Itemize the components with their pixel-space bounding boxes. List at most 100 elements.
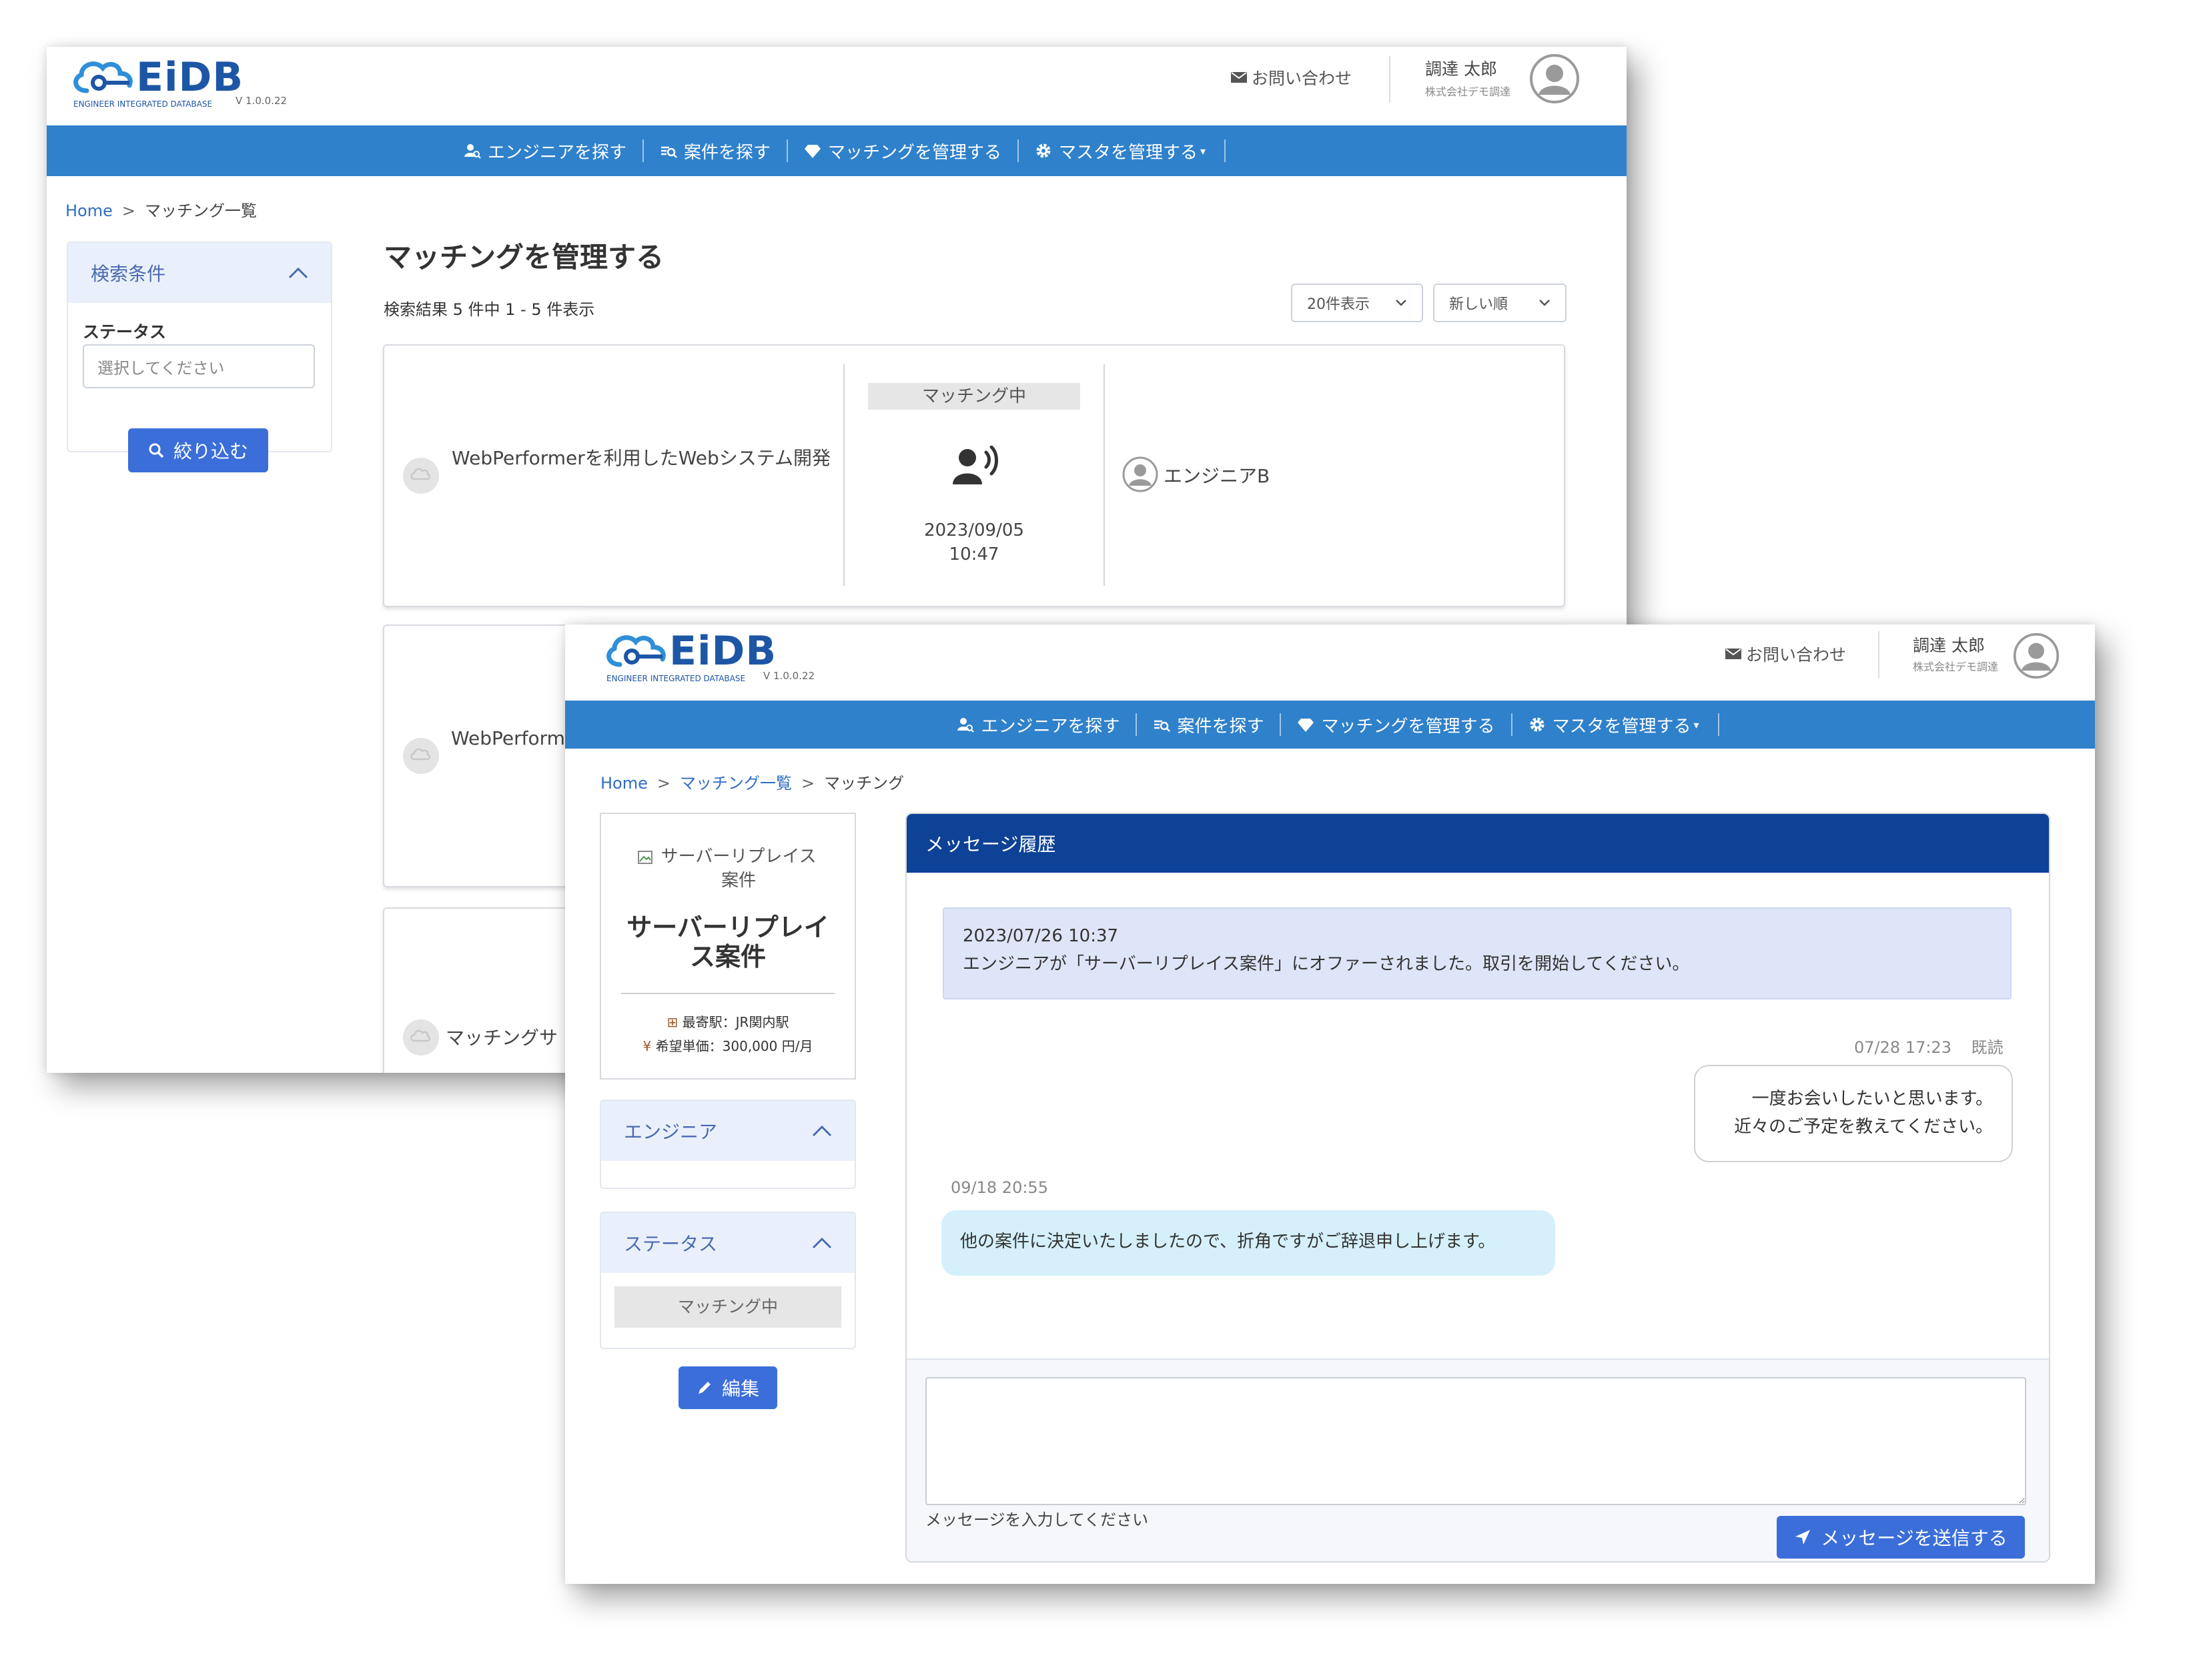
send-arrow-icon bbox=[1795, 1530, 1811, 1545]
contact-link[interactable]: お問い合わせ bbox=[1725, 642, 1846, 666]
status-panel-header[interactable]: ステータス bbox=[601, 1213, 855, 1273]
edit-button[interactable]: 編集 bbox=[679, 1366, 777, 1409]
chevron-up-icon bbox=[288, 267, 308, 279]
project-search-icon bbox=[661, 146, 677, 158]
chevron-down-icon bbox=[1396, 300, 1406, 306]
breadcrumb: Home > マッチング一覧 bbox=[65, 197, 257, 221]
diamond-icon bbox=[1298, 719, 1314, 732]
send-button-label: メッセージを送信する bbox=[1821, 1527, 2008, 1549]
breadcrumb-list[interactable]: マッチング一覧 bbox=[680, 774, 792, 793]
status-panel: ステータス マッチング中 bbox=[600, 1212, 856, 1349]
mail-icon bbox=[1725, 649, 1741, 659]
engineer-search-icon bbox=[957, 718, 975, 733]
header: EiDB ENGINEER INTEGRATED DATABASE V 1.0.… bbox=[565, 624, 2095, 701]
message-input-hint: メッセージを入力してください bbox=[925, 1511, 1149, 1529]
sent-message-datetime: 07/28 17:23 既読 bbox=[1854, 1034, 2004, 1058]
engineer-panel: エンジニア bbox=[600, 1100, 856, 1189]
breadcrumb-separator: > bbox=[121, 201, 135, 220]
status-select[interactable]: 選択してください bbox=[83, 344, 315, 388]
project-price: ¥ 希望単価：300,000 円/月 bbox=[601, 1035, 855, 1055]
breadcrumb-home[interactable]: Home bbox=[65, 201, 113, 220]
train-icon: ⊞ bbox=[667, 1014, 679, 1030]
page-size-value: 20件表示 bbox=[1307, 296, 1370, 313]
user-avatar-icon[interactable] bbox=[2013, 633, 2060, 679]
send-message-button[interactable]: メッセージを送信する bbox=[1777, 1516, 2025, 1559]
message-history-header: メッセージ履歴 bbox=[907, 814, 2049, 873]
nav-find-engineer[interactable]: エンジニアを探す bbox=[941, 713, 1138, 737]
user-name: 調達 太郎 bbox=[1425, 59, 1497, 79]
project-cloud-icon bbox=[403, 738, 439, 774]
contact-link[interactable]: お問い合わせ bbox=[1230, 65, 1352, 89]
nav-label: 案件を探す bbox=[1177, 716, 1264, 737]
nav-label: エンジニアを探す bbox=[487, 142, 626, 163]
sent-message-line2: 近々のご予定を教えてください。 bbox=[1734, 1117, 1993, 1137]
chevron-up-icon bbox=[812, 1125, 832, 1137]
filter-button[interactable]: 絞り込む bbox=[128, 428, 268, 472]
project-image-alt: サーバーリプレイス案件 bbox=[661, 847, 817, 891]
nav-label: マッチングを管理する bbox=[1321, 716, 1495, 737]
project-detail-box: サーバーリプレイス案件 サーバーリプレイス案件 ⊞ 最寄駅：JR関内駅 ¥ 希望… bbox=[600, 813, 856, 1080]
nav-label: マスタを管理する bbox=[1059, 142, 1198, 163]
project-image: サーバーリプレイス案件 bbox=[601, 845, 855, 893]
diamond-icon bbox=[804, 145, 821, 158]
project-search-icon bbox=[1154, 720, 1171, 732]
chevron-up-icon bbox=[812, 1237, 832, 1249]
project-cloud-icon bbox=[403, 1019, 439, 1056]
page-size-select[interactable]: 20件表示 bbox=[1291, 284, 1423, 322]
system-message-datetime: 2023/07/26 10:37 bbox=[963, 926, 1119, 946]
nav-manage-master[interactable]: マスタを管理する ▾ bbox=[1019, 139, 1226, 163]
matching-detail-window: EiDB ENGINEER INTEGRATED DATABASE V 1.0.… bbox=[565, 624, 2095, 1584]
search-panel-header[interactable]: 検索条件 bbox=[68, 243, 331, 303]
nav-manage-master[interactable]: マスタを管理する ▾ bbox=[1512, 713, 1719, 737]
message-input[interactable] bbox=[925, 1377, 2026, 1505]
search-panel-title: 検索条件 bbox=[91, 263, 166, 285]
cloud-logo-icon bbox=[73, 61, 133, 93]
dropdown-caret-icon: ▾ bbox=[1693, 718, 1699, 731]
sent-message-line1: 一度お会いしたいと思います。 bbox=[1751, 1089, 1993, 1109]
gear-icon bbox=[1530, 717, 1544, 732]
engineer-name[interactable]: エンジニアB bbox=[1164, 462, 1270, 488]
received-message: 他の案件に決定いたしましたので、折角ですがご辞退申し上げます。 bbox=[941, 1210, 1555, 1276]
sent-message: 一度お会いしたいと思います。 近々のご予定を教えてください。 bbox=[1694, 1065, 2013, 1162]
brand-subtitle: ENGINEER INTEGRATED DATABASE bbox=[606, 674, 746, 683]
status-badge: マッチング中 bbox=[614, 1286, 841, 1328]
project-name[interactable]: WebPerformerを利用したWebシステム開発 bbox=[451, 444, 831, 472]
logo[interactable]: EiDB bbox=[68, 56, 244, 99]
contact-label: お問い合わせ bbox=[1746, 645, 1847, 665]
main-nav: エンジニアを探す 案件を探す マッチングを管理する マスタを管理する ▾ bbox=[47, 125, 1627, 176]
project-name[interactable]: WebPerform bbox=[451, 727, 565, 749]
nav-find-engineer[interactable]: エンジニアを探す bbox=[448, 139, 644, 163]
search-panel: 検索条件 ステータス 選択してください bbox=[67, 242, 332, 452]
matching-card[interactable]: WebPerformerを利用したWebシステム開発 マッチング中 2023/0… bbox=[383, 344, 1565, 607]
card-divider bbox=[843, 364, 845, 586]
brand-name: EiDB bbox=[669, 628, 777, 675]
nav-label: 案件を探す bbox=[683, 142, 771, 163]
pencil-icon bbox=[698, 1382, 711, 1394]
header: EiDB ENGINEER INTEGRATED DATABASE V 1.0.… bbox=[47, 47, 1627, 125]
user-avatar-icon[interactable] bbox=[1529, 53, 1580, 104]
user-company: 株式会社デモ調達 bbox=[1913, 661, 1999, 673]
cloud-logo-icon bbox=[606, 635, 666, 667]
sort-select[interactable]: 新しい順 bbox=[1433, 284, 1567, 322]
nav-find-project[interactable]: 案件を探す bbox=[1137, 713, 1282, 737]
project-cloud-icon bbox=[403, 458, 439, 494]
breadcrumb-home[interactable]: Home bbox=[600, 774, 648, 793]
price-text: 希望単価：300,000 円/月 bbox=[655, 1038, 813, 1054]
read-status: 既読 bbox=[1971, 1038, 2004, 1057]
nav-manage-matching[interactable]: マッチングを管理する bbox=[788, 139, 1019, 163]
project-name[interactable]: マッチングサ bbox=[446, 1023, 558, 1050]
nav-label: マスタを管理する bbox=[1552, 716, 1691, 737]
station-text: 最寄駅：JR関内駅 bbox=[682, 1014, 789, 1030]
gear-icon bbox=[1036, 143, 1051, 158]
message-history-panel: メッセージ履歴 2023/07/26 10:37 エンジニアが「サーバーリプレイ… bbox=[905, 813, 2050, 1563]
status-badge: マッチング中 bbox=[868, 383, 1080, 410]
logo[interactable]: EiDB bbox=[601, 630, 777, 673]
nav-find-project[interactable]: 案件を探す bbox=[644, 139, 788, 163]
engineer-panel-title: エンジニア bbox=[624, 1121, 718, 1143]
nav-manage-matching[interactable]: マッチングを管理する bbox=[1281, 713, 1512, 737]
engineer-panel-header[interactable]: エンジニア bbox=[601, 1101, 855, 1161]
breadcrumb-current: マッチング bbox=[824, 774, 905, 793]
header-divider bbox=[1878, 631, 1879, 678]
speaking-person-icon bbox=[953, 446, 998, 484]
status-label: ステータス bbox=[83, 322, 167, 342]
